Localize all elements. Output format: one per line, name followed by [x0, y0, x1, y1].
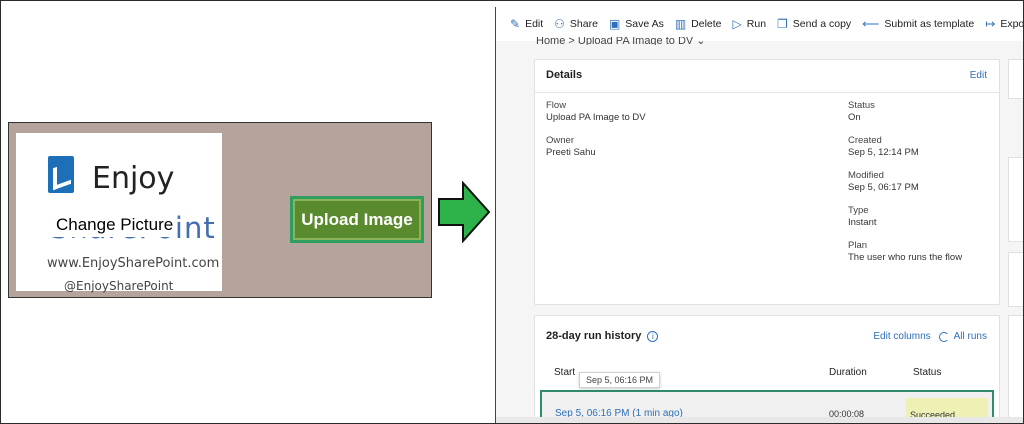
- right-arrow-icon: [438, 181, 491, 243]
- column-header-status[interactable]: Status: [913, 367, 941, 378]
- command-label: Export: [1000, 18, 1023, 30]
- logo-handle: @EnjoySharePoint: [64, 279, 174, 293]
- command-label: Run: [746, 18, 767, 30]
- edit-columns-link[interactable]: Edit columns: [873, 331, 930, 342]
- details-edit-link[interactable]: Edit: [970, 70, 987, 81]
- modified-field: Modified Sep 5, 06:17 PM: [848, 170, 919, 194]
- column-header-start[interactable]: Start: [554, 367, 575, 378]
- send-copy-command[interactable]: ❐ Send a copy: [777, 17, 851, 31]
- run-history-card: 28-day run history i Edit columns All ru…: [534, 315, 1000, 423]
- side-panel-stub: [1008, 157, 1023, 242]
- run-history-title-text: 28-day run history: [546, 330, 642, 342]
- field-value: Sep 5, 06:17 PM: [848, 182, 919, 193]
- owner-field: Owner Preeti Sahu: [546, 135, 596, 159]
- field-label: Owner: [546, 135, 574, 146]
- side-panel-stub: [1008, 59, 1023, 99]
- column-header-duration[interactable]: Duration: [829, 367, 867, 378]
- save-as-command[interactable]: ▣ Save As: [609, 17, 664, 31]
- breadcrumb[interactable]: Home > Upload PA Image to DV ⌄: [536, 37, 706, 45]
- field-label: Modified: [848, 170, 884, 181]
- powerapps-screen: Enjoy SharePoint Change Picture www.Enjo…: [8, 122, 432, 298]
- info-icon[interactable]: i: [647, 330, 659, 342]
- logo-url: www.EnjoySharePoint.com: [47, 256, 220, 271]
- trash-icon: ▥: [674, 17, 687, 31]
- change-picture-button[interactable]: Change Picture: [52, 213, 178, 237]
- run-history-title: 28-day run history i: [546, 330, 659, 342]
- type-field: Type Instant: [848, 205, 877, 229]
- field-label: Status: [848, 100, 875, 111]
- field-value: Preeti Sahu: [546, 147, 596, 158]
- created-field: Created Sep 5, 12:14 PM: [848, 135, 919, 159]
- submit-icon: ⟵: [862, 17, 880, 31]
- refresh-icon[interactable]: [938, 331, 949, 342]
- pencil-icon: ✎: [510, 17, 521, 31]
- divider: [535, 92, 999, 93]
- command-label: Submit as template: [884, 18, 975, 30]
- field-value: The user who runs the flow: [848, 252, 963, 263]
- command-label: Save As: [625, 18, 664, 30]
- field-value: Sep 5, 12:14 PM: [848, 147, 919, 158]
- command-label: Edit: [525, 18, 544, 30]
- enjoysharepoint-logo-icon: [48, 156, 74, 193]
- horizontal-scrollbar[interactable]: [496, 417, 1023, 423]
- copy-icon: ❐: [777, 17, 788, 31]
- share-icon: ⚇: [554, 17, 565, 31]
- export-icon: ↦: [985, 17, 996, 31]
- save-icon: ▣: [608, 17, 621, 31]
- details-title: Details: [546, 69, 583, 81]
- command-label: Share: [569, 18, 598, 30]
- plan-field: Plan The user who runs the flow: [848, 240, 962, 264]
- side-panel-stub: [1008, 252, 1023, 307]
- status-field: Status On: [848, 100, 875, 124]
- command-bar: ✎ Edit ⚇ Share ▣ Save As ▥ Delete ▷ Run ❐ Send…: [496, 7, 1023, 41]
- edit-command[interactable]: ✎ Edit: [510, 17, 543, 31]
- play-icon: ▷: [732, 17, 742, 31]
- field-label: Plan: [848, 240, 868, 251]
- details-card: Details Edit Flow Upload PA Image to DV …: [534, 59, 1000, 305]
- field-value: Instant: [848, 217, 877, 228]
- image-control[interactable]: Enjoy SharePoint Change Picture www.Enjo…: [16, 133, 222, 293]
- command-label: Send a copy: [792, 18, 852, 30]
- export-command[interactable]: ↦Export⌄: [985, 17, 1023, 31]
- field-label: Flow: [546, 100, 567, 111]
- logo-brand-word: Enjoy: [92, 161, 175, 196]
- upload-image-button[interactable]: Upload Image: [290, 196, 424, 243]
- delete-command[interactable]: ▥ Delete: [675, 17, 722, 31]
- flow-field: Flow Upload PA Image to DV: [546, 100, 646, 124]
- field-label: Type: [848, 205, 869, 216]
- field-value: Upload PA Image to DV: [546, 112, 646, 123]
- composite-screenshot: Enjoy SharePoint Change Picture www.Enjo…: [0, 0, 1024, 424]
- field-label: Created: [848, 135, 882, 146]
- share-command[interactable]: ⚇ Share: [554, 17, 598, 31]
- command-label: Delete: [691, 18, 722, 30]
- date-tooltip: Sep 5, 06:16 PM: [579, 372, 661, 388]
- flow-details-page: ✎ Edit ⚇ Share ▣ Save As ▥ Delete ▷ Run ❐ Send…: [495, 7, 1023, 423]
- field-value: On: [848, 112, 861, 123]
- all-runs-link[interactable]: All runs: [954, 331, 987, 342]
- run-history-actions: Edit columns All runs: [873, 331, 987, 342]
- side-panel-stub: [1008, 315, 1023, 423]
- run-command[interactable]: ▷ Run: [733, 17, 767, 31]
- submit-template-command[interactable]: ⟵ Submit as template: [862, 17, 974, 31]
